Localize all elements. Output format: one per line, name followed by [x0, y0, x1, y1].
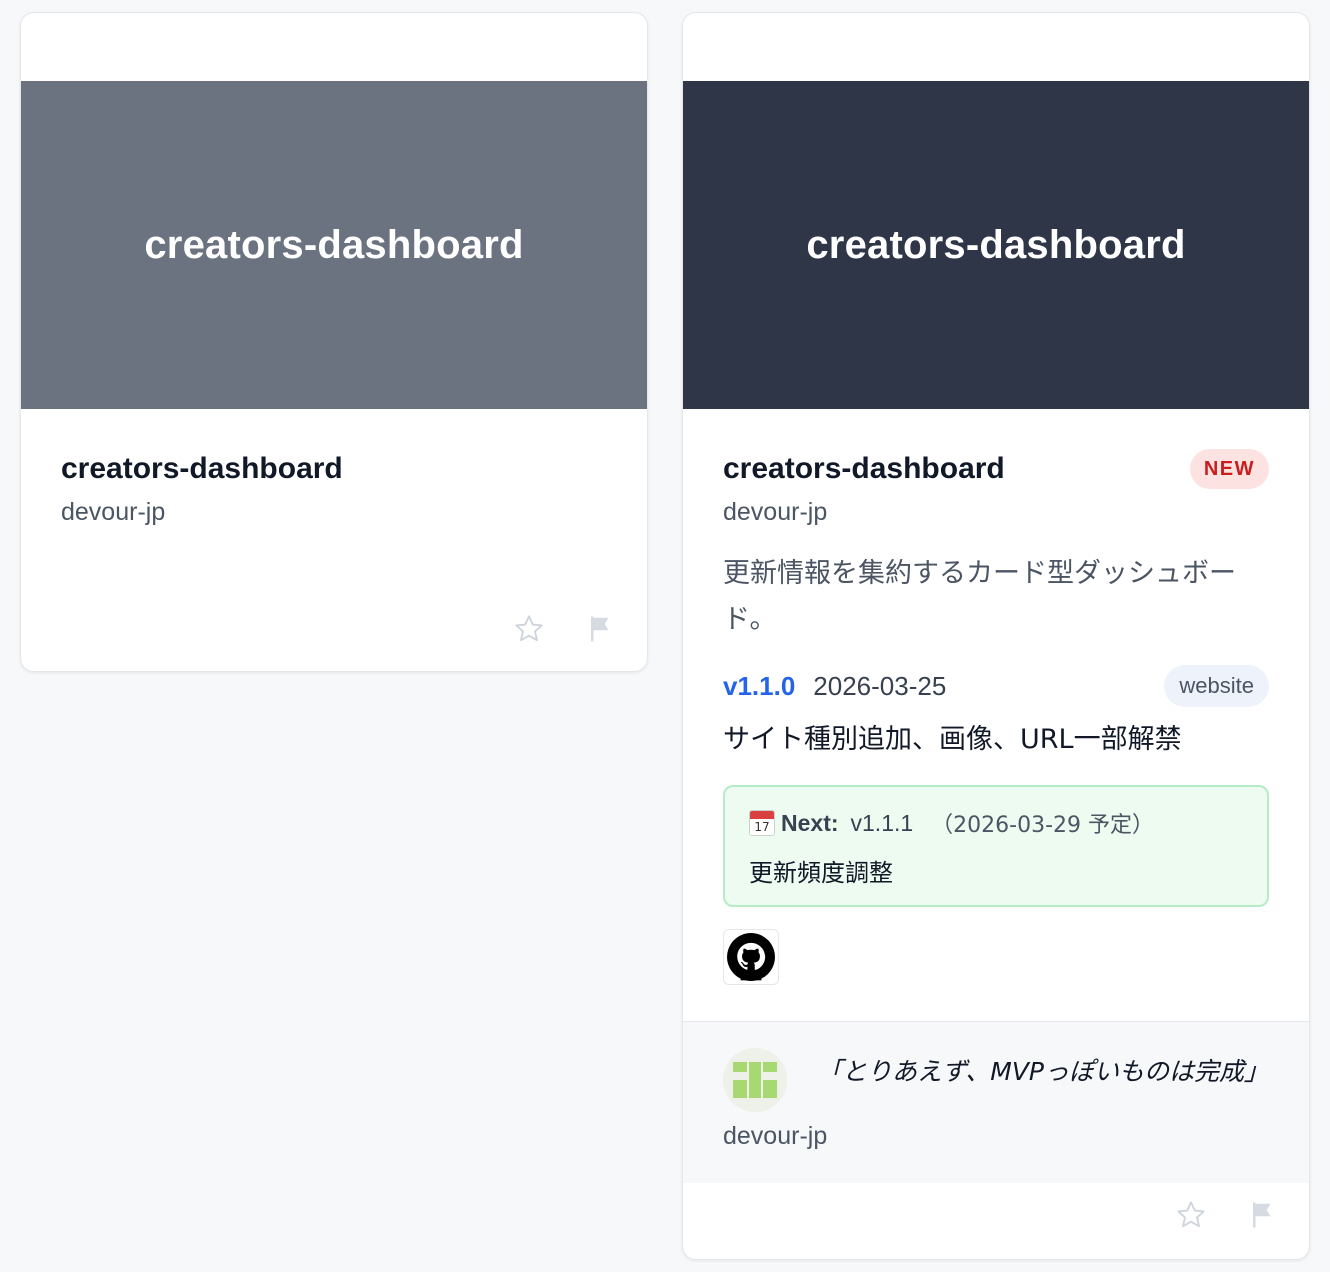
github-icon [727, 933, 775, 981]
github-link[interactable] [723, 929, 779, 985]
comment-owner[interactable]: devour-jp [723, 1122, 827, 1151]
card-body: creators-dashboard NEW devour-jp 更新情報を集約… [723, 409, 1269, 985]
star-icon[interactable] [513, 613, 545, 645]
avatar[interactable] [723, 1048, 787, 1112]
next-release-box: 17 Next: v1.1.1 （2026-03-29 予定） 更新頻度調整 [723, 785, 1269, 907]
card-actions [513, 613, 617, 645]
card-actions [1175, 1199, 1279, 1231]
next-version: v1.1.1 [850, 809, 914, 836]
card-description: 更新情報を集約するカード型ダッシュボード。 [723, 558, 1236, 635]
flag-icon[interactable] [585, 613, 617, 645]
new-badge: NEW [1189, 449, 1269, 489]
card-banner: creators-dashboard [21, 81, 647, 409]
star-icon[interactable] [1175, 1199, 1207, 1231]
comment-quote: 「とりあえず、MVPっぽいものは完成」 [817, 1057, 1269, 1086]
release-note: サイト種別追加、画像、URL一部解禁 [723, 724, 1182, 755]
release-version[interactable]: v1.1.0 [723, 671, 795, 702]
project-card[interactable]: creators-dashboard creators-dashboard de… [20, 12, 648, 672]
banner-title: creators-dashboard [144, 222, 524, 267]
comment-area: 「とりあえず、MVPっぽいものは完成」 devour-jp [683, 1021, 1309, 1183]
card-title[interactable]: creators-dashboard [61, 449, 607, 489]
project-card[interactable]: creators-dashboard creators-dashboard NE… [682, 12, 1310, 1260]
release-row: v1.1.0 2026-03-25 website [723, 665, 1269, 707]
calendar-icon: 17 [749, 810, 775, 836]
card-owner[interactable]: devour-jp [61, 495, 607, 529]
flag-icon[interactable] [1247, 1199, 1279, 1231]
site-type-tag: website [1164, 665, 1269, 707]
next-date: （2026-03-29 予定） [931, 813, 1155, 838]
card-owner[interactable]: devour-jp [723, 495, 1269, 529]
release-date: 2026-03-25 [813, 670, 947, 701]
next-label: Next: [781, 809, 839, 836]
card-body: creators-dashboard devour-jp [61, 409, 607, 529]
banner-title: creators-dashboard [806, 222, 1186, 267]
card-title[interactable]: creators-dashboard [723, 449, 1269, 489]
next-note: 更新頻度調整 [749, 859, 893, 887]
card-banner: creators-dashboard [683, 81, 1309, 409]
